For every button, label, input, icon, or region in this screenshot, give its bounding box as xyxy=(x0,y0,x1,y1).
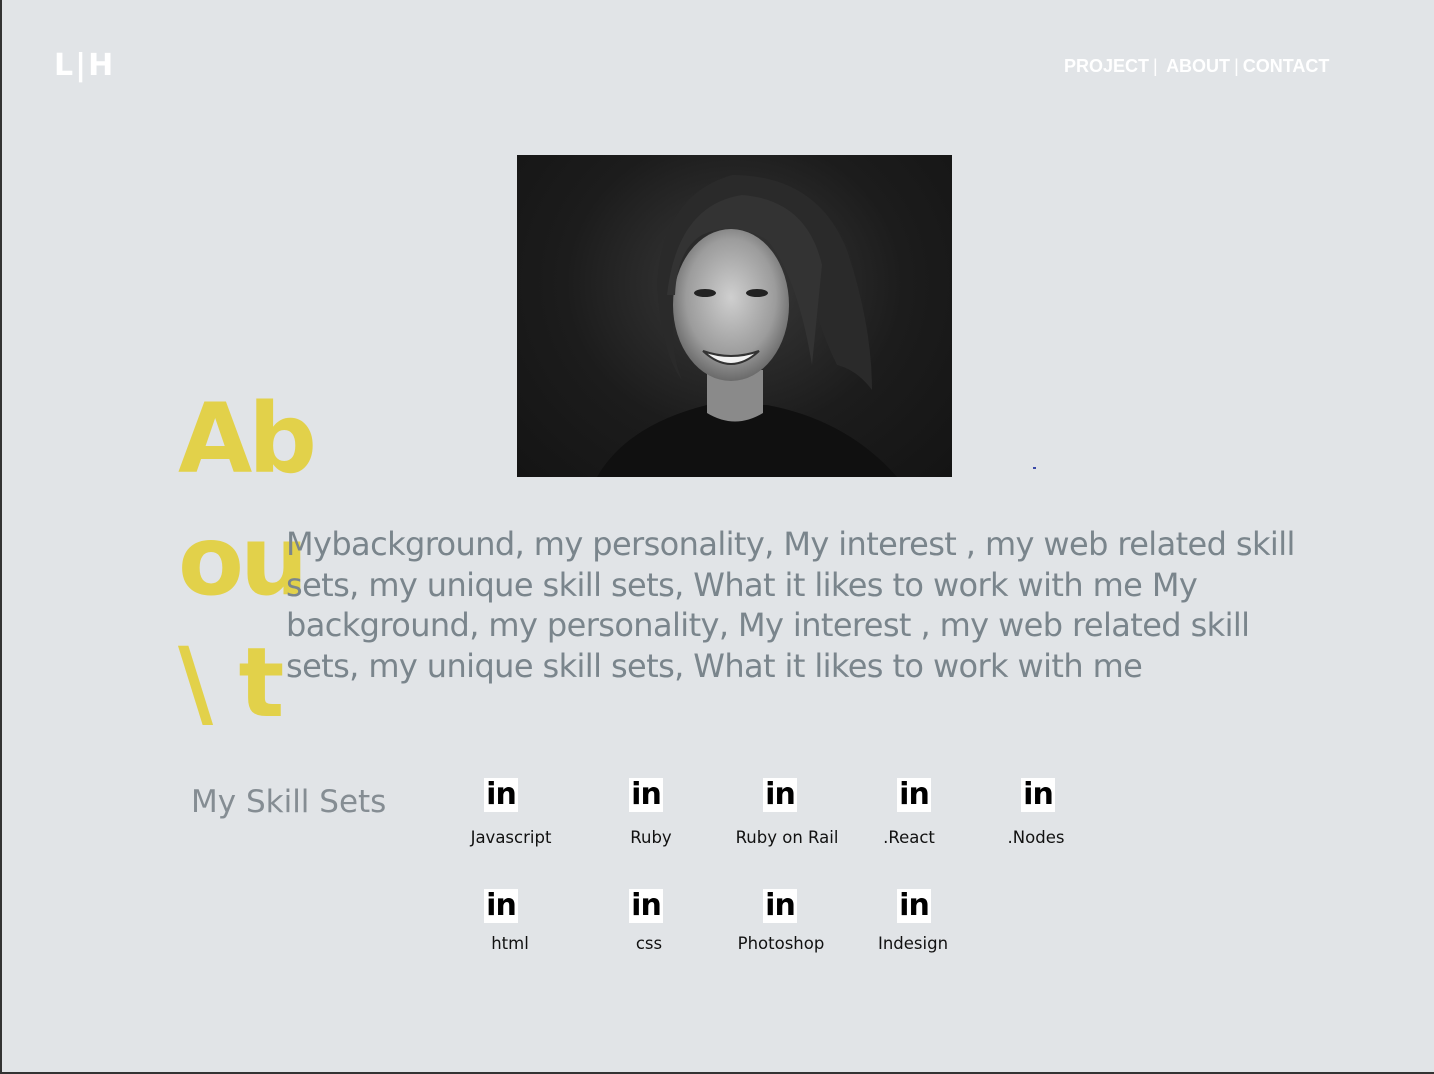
linkedin-icon: in xyxy=(629,778,663,812)
skill-item: in css xyxy=(576,889,716,953)
nav-separator: | xyxy=(1234,56,1239,76)
linkedin-icon: in xyxy=(897,778,931,812)
linkedin-icon: in xyxy=(484,778,518,812)
skill-item: in Javascript xyxy=(431,778,571,848)
linkedin-icon: in xyxy=(484,889,518,923)
linkedin-icon: in xyxy=(1021,778,1055,812)
skill-label: Indesign xyxy=(877,934,949,953)
skill-item: in .React xyxy=(844,778,984,848)
skill-item: in Photoshop xyxy=(710,889,850,954)
logo[interactable]: L|H xyxy=(54,46,115,86)
profile-photo xyxy=(517,155,952,477)
skill-item: in Ruby xyxy=(576,778,716,847)
skill-label: Photoshop xyxy=(737,934,825,953)
about-bio: Mybackground, my personality, My interes… xyxy=(286,525,1295,685)
about-heading-line: Ab xyxy=(178,383,317,495)
skill-label: css xyxy=(635,934,663,953)
decorative-dot xyxy=(1033,467,1036,469)
skill-item: in .Nodes xyxy=(968,778,1108,848)
skill-label: .React xyxy=(883,828,935,847)
skill-item: in html xyxy=(431,889,571,953)
linkedin-icon: in xyxy=(629,889,663,923)
nav-about[interactable]: ABOUT xyxy=(1166,56,1230,76)
linkedin-icon: in xyxy=(897,889,931,923)
nav-contact[interactable]: CONTACT xyxy=(1243,56,1330,76)
linkedin-icon: in xyxy=(763,778,797,812)
skills-title: My Skill Sets xyxy=(191,784,387,820)
skill-label: html xyxy=(491,934,529,953)
main-nav: PROJECT | ABOUT | CONTACT xyxy=(1064,55,1329,77)
nav-separator: | xyxy=(1153,56,1158,76)
skill-label: Javascript xyxy=(470,828,552,847)
skill-label: .Nodes xyxy=(1007,828,1065,847)
skill-item: in Indesign xyxy=(844,889,984,954)
nav-project[interactable]: PROJECT xyxy=(1064,56,1149,76)
portrait-image xyxy=(597,175,897,477)
skill-item: in Ruby on Rail xyxy=(710,778,850,848)
skill-label: Ruby on Rail xyxy=(735,828,839,847)
skill-label: Ruby xyxy=(630,828,672,847)
linkedin-icon: in xyxy=(763,889,797,923)
